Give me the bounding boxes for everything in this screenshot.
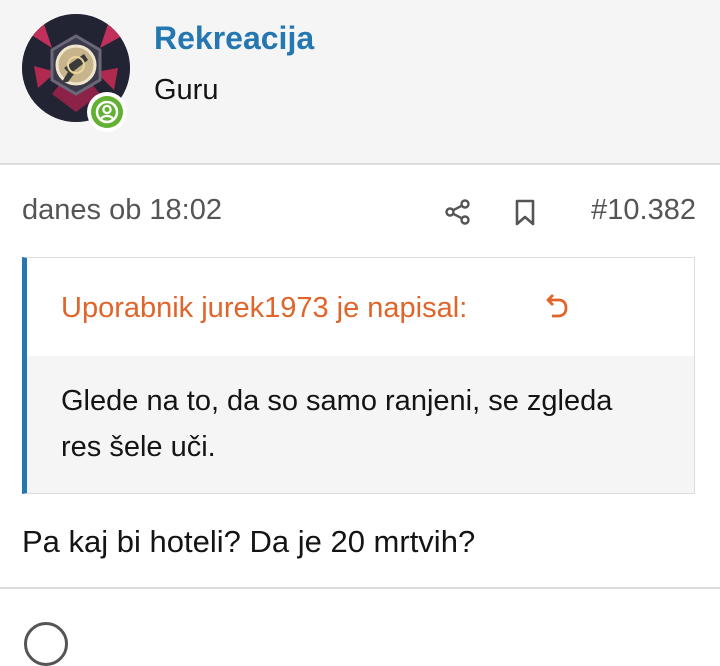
online-badge-fill xyxy=(91,96,123,128)
post-user-header: Rekreacija Guru xyxy=(0,0,720,165)
username-link[interactable]: Rekreacija xyxy=(154,18,314,58)
quote-content: Glede na to, da so samo ranjeni, se zgle… xyxy=(27,356,694,493)
share-icon[interactable] xyxy=(443,197,473,227)
post-body-text: Pa kaj bi hoteli? Da je 20 mrtvih? xyxy=(22,524,476,559)
user-circle-icon xyxy=(95,100,119,124)
post-number-link[interactable]: #10.382 xyxy=(591,190,696,230)
arrow-return-icon[interactable] xyxy=(541,292,571,322)
online-status-badge xyxy=(87,92,127,132)
post-date-link[interactable]: danes ob 18:02 xyxy=(22,190,222,230)
user-title: Guru xyxy=(154,74,219,106)
quote-header: Uporabnik jurek1973 je napisal: xyxy=(27,258,694,356)
quote-block: Uporabnik jurek1973 je napisal: Glede na… xyxy=(22,257,695,494)
post-divider xyxy=(0,587,720,589)
quote-author-link[interactable]: Uporabnik jurek1973 je napisal: xyxy=(61,288,467,328)
bookmark-icon[interactable] xyxy=(510,197,540,227)
next-post-avatar[interactable] xyxy=(24,622,68,666)
quote-text: Glede na to, da so samo ranjeni, se zgle… xyxy=(61,385,613,463)
